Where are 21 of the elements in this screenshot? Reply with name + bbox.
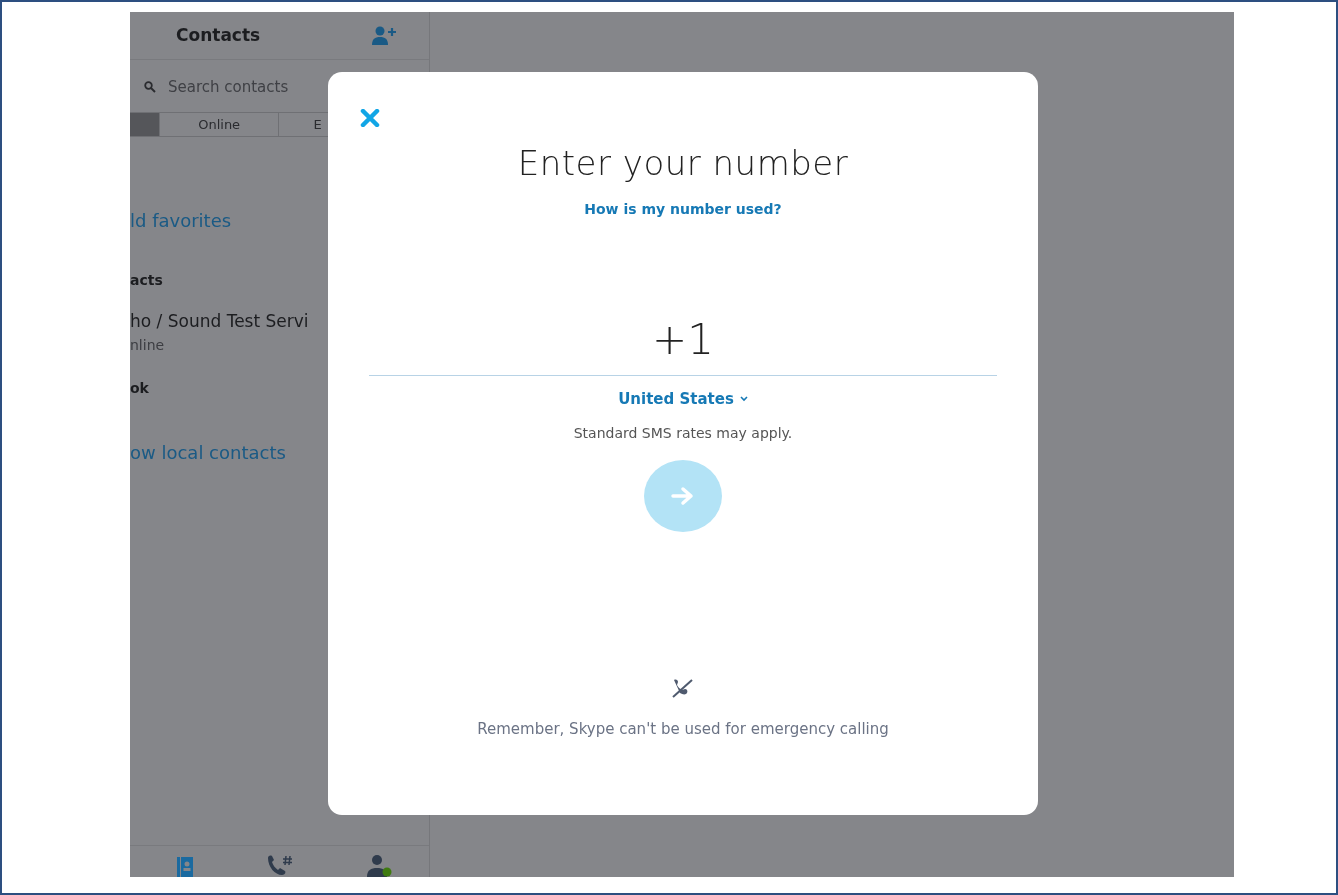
add-contact-icon[interactable] [371, 25, 399, 46]
contact-book-icon[interactable] [176, 857, 193, 877]
caret-icon [739, 396, 748, 403]
profile-status-icon[interactable] [366, 855, 393, 877]
sms-note: Standard SMS rates may apply. [573, 423, 793, 443]
dialog-title: Enter your number [517, 142, 849, 185]
sidebar-title: Contacts [176, 23, 261, 47]
close-icon[interactable] [360, 109, 380, 127]
phone-keypad-icon[interactable] [265, 855, 294, 877]
help-link[interactable]: How is my number used? [584, 199, 782, 220]
country-dropdown[interactable]: United States [618, 388, 748, 411]
emergency-note: Remember, Skype can't be used for emergency calling [477, 718, 889, 740]
search-field[interactable]: Search contacts [166, 74, 366, 100]
section-heading: ok [130, 378, 150, 398]
contacts-tab[interactable]: Online [159, 113, 280, 136]
no-phone-icon [671, 677, 695, 698]
section-heading: acts [130, 271, 164, 290]
arrow-right-icon [671, 485, 695, 506]
search-icon [144, 81, 156, 93]
contact-status: nline [130, 335, 166, 355]
contacts-tab[interactable] [130, 113, 160, 136]
